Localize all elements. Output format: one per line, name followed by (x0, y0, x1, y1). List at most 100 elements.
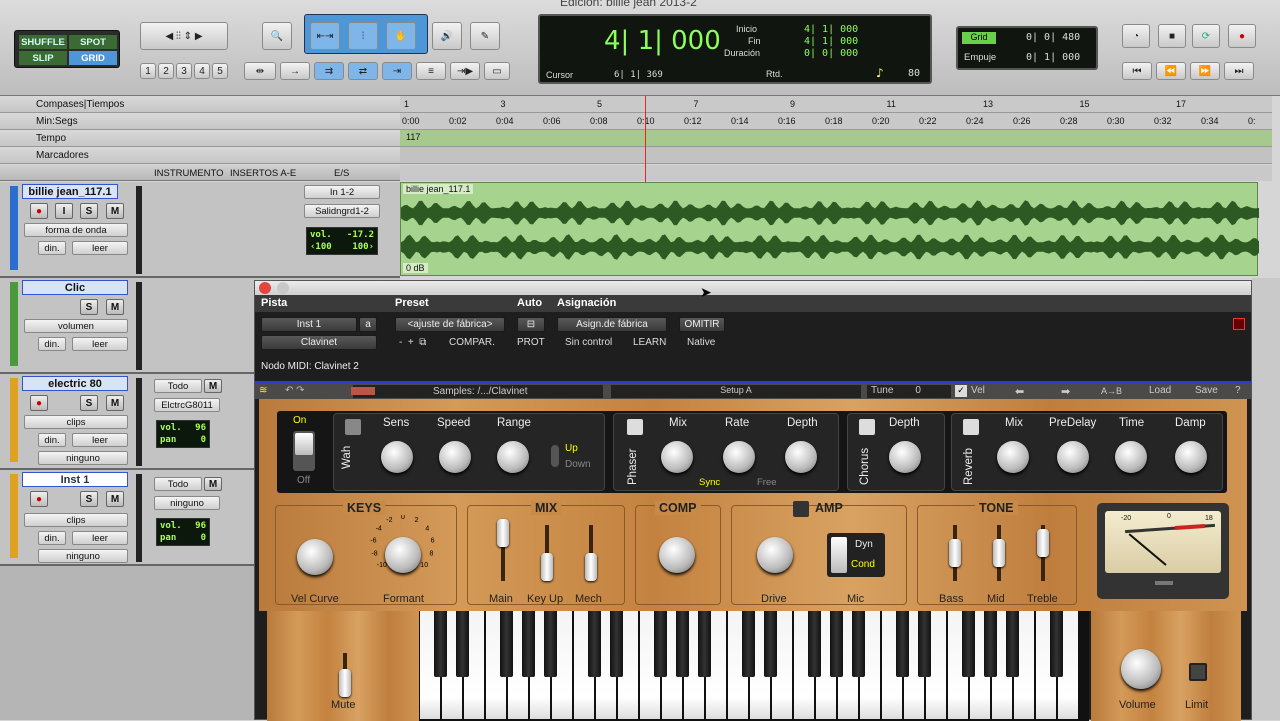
slip-button[interactable]: SLIP (19, 51, 67, 65)
sens-knob[interactable] (381, 441, 413, 473)
view-button[interactable]: ▭ (484, 62, 510, 80)
wah-toggle[interactable] (345, 419, 361, 435)
fin-value[interactable]: 4| 1| 000 (804, 36, 858, 47)
solo-button[interactable]: S (80, 299, 98, 315)
automation-mode[interactable]: leer (72, 241, 128, 255)
record-arm-button[interactable]: ● (30, 491, 48, 507)
duracion-value[interactable]: 0| 0| 000 (804, 48, 858, 59)
track-name[interactable]: electric 80 (22, 376, 128, 391)
black-key[interactable] (456, 611, 469, 677)
black-key[interactable] (698, 611, 711, 677)
vol-value[interactable]: 96 (195, 521, 206, 531)
track-letter-selector[interactable]: a (359, 317, 377, 332)
black-key[interactable] (852, 611, 865, 677)
treble-slider[interactable] (1037, 525, 1049, 581)
black-key[interactable] (588, 611, 601, 677)
track-name[interactable]: Clic (22, 280, 128, 295)
sync-label[interactable]: Sync (699, 477, 720, 488)
right-scroll-area[interactable] (1252, 278, 1280, 720)
playlist-dyn[interactable]: din. (38, 531, 66, 545)
black-key[interactable] (610, 611, 623, 677)
help-button[interactable]: ? (1235, 385, 1241, 396)
black-key[interactable] (500, 611, 513, 677)
ruler-markers[interactable]: Marcadores (0, 147, 400, 164)
free-label[interactable]: Free (757, 477, 777, 488)
midi-mute-button[interactable]: M (204, 379, 222, 393)
ruler-tempo[interactable]: Tempo (0, 130, 400, 147)
spot-button[interactable]: SPOT (69, 35, 117, 49)
phaser-depth-knob[interactable] (785, 441, 817, 473)
view-selector[interactable]: clips (24, 513, 128, 527)
black-key[interactable] (896, 611, 909, 677)
midi-input-selector[interactable]: Todo (154, 379, 202, 393)
ab-button[interactable]: A→B (1101, 386, 1122, 396)
learn-button[interactable]: LEARN (633, 337, 666, 348)
insertion-follows-button[interactable]: ⇥ (382, 62, 412, 80)
vel-checkbox[interactable]: ✓ (955, 385, 967, 397)
power-switch[interactable] (293, 431, 315, 471)
track-name[interactable]: billie jean_117.1 (22, 184, 118, 199)
pan-left[interactable]: ‹100 (310, 242, 332, 252)
load-button[interactable]: Load (1149, 385, 1171, 396)
black-key[interactable] (918, 611, 931, 677)
black-key[interactable] (742, 611, 755, 677)
view-selector[interactable]: volumen (24, 319, 128, 333)
reverb-toggle[interactable] (963, 419, 979, 435)
volume-pan-display[interactable]: vol. -17.2 ‹100 100› (306, 227, 378, 255)
auto-button[interactable]: ⊟ (517, 317, 545, 332)
range-knob[interactable] (497, 441, 529, 473)
minimize-icon[interactable] (277, 282, 289, 294)
predelay-knob[interactable] (1057, 441, 1089, 473)
view-selector[interactable]: forma de onda (24, 223, 128, 237)
black-key[interactable] (522, 611, 535, 677)
input-selector[interactable]: In 1-2 (304, 185, 380, 199)
comp-knob[interactable] (659, 537, 695, 573)
black-key[interactable] (764, 611, 777, 677)
keyup-slider[interactable] (541, 525, 553, 581)
tune-field[interactable]: Tune 0 (867, 385, 951, 398)
amp-toggle[interactable] (793, 501, 809, 517)
tab-to-transient-button[interactable]: ⇹ (244, 62, 276, 80)
tempo-value-marker[interactable]: 117 (406, 132, 420, 142)
mute-slider[interactable] (339, 653, 351, 697)
midi-input-selector[interactable]: Todo (154, 477, 202, 491)
inicio-value[interactable]: 4| 1| 000 (804, 24, 858, 35)
play-button[interactable]: ⟳ (1192, 24, 1220, 48)
trim-tool[interactable]: ⇤⇥ (310, 22, 340, 50)
online-button[interactable]: ◔ (1122, 24, 1150, 48)
undo-redo-icons[interactable]: ↶ ↷ (285, 385, 305, 396)
track-selector[interactable]: Inst 1 (261, 317, 357, 332)
track-name[interactable]: Inst 1 (22, 472, 128, 487)
mic-selector[interactable]: Dyn Cond (827, 533, 885, 577)
solo-button[interactable]: S (80, 491, 98, 507)
close-icon[interactable] (259, 282, 271, 294)
main-counter-value[interactable]: 4| 1| 000 (604, 26, 721, 56)
time-knob[interactable] (1115, 441, 1147, 473)
keyboard[interactable] (419, 611, 1089, 721)
link-timeline-button[interactable]: ⇉ (314, 62, 344, 80)
limit-toggle[interactable] (1189, 663, 1207, 681)
playlist-dyn[interactable]: din. (38, 337, 66, 351)
wah-up-down-switch[interactable] (551, 445, 559, 467)
playlist-dyn[interactable]: din. (38, 433, 66, 447)
volume-knob[interactable] (1121, 649, 1161, 689)
plugin-titlebar[interactable] (255, 281, 1251, 295)
black-key[interactable] (962, 611, 975, 677)
zoom-preset-1[interactable]: 1 (140, 63, 156, 79)
mute-button[interactable]: M (106, 299, 124, 315)
grid-value[interactable]: 0| 0| 480 (1026, 32, 1080, 43)
mech-slider[interactable] (585, 525, 597, 581)
ruler-min-secs-strip[interactable]: 0:000:020:040:060:080:100:120:140:160:18… (400, 113, 1272, 130)
compare-button[interactable]: COMPAR. (449, 337, 495, 348)
vel-curve-knob[interactable] (297, 539, 333, 575)
ruler-min-secs[interactable]: Min:Segs (0, 113, 400, 130)
omitir-button[interactable]: OMITIR (679, 317, 725, 332)
prev-preset-icon[interactable]: ⬅ (1015, 385, 1024, 398)
zoom-controls[interactable]: ◀ ⫶⫶ ⇕ ▶ (140, 22, 228, 50)
midi-output-selector[interactable]: ninguno (154, 496, 220, 510)
zoomer-tool[interactable]: 🔍 (262, 22, 292, 50)
preset-prev-next[interactable]: - + ⧉ (399, 337, 426, 348)
ruler-bars-beats-strip[interactable]: 1 3 5 7 9 11 13 15 17 (400, 96, 1272, 113)
return-to-zero-button[interactable]: ⏮ (1122, 62, 1152, 80)
grid-label[interactable]: Grid (962, 32, 996, 44)
